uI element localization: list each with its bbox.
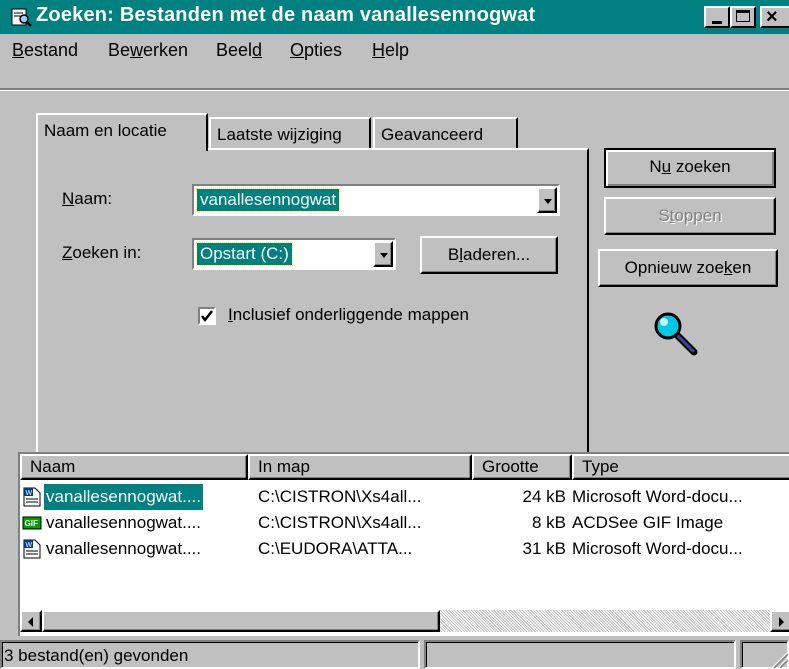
menu-help[interactable]: Help <box>372 40 409 61</box>
file-type: ACDSee GIF Image <box>572 513 724 532</box>
menu-beeld[interactable]: Beeld <box>216 40 262 61</box>
menu-bewerken[interactable]: Bewerken <box>108 40 188 61</box>
word-doc-icon: W <box>23 487 41 507</box>
lookin-label: Zoeken in: <box>62 243 142 262</box>
mnemonic: O <box>290 40 305 60</box>
find-window-icon <box>11 8 32 27</box>
scroll-left-button[interactable] <box>20 610 42 632</box>
mnemonic: u <box>661 157 672 176</box>
column-header-folder[interactable]: In map <box>248 454 472 480</box>
menu-bar: Bestand Bewerken Beeld Opties Help <box>0 34 789 70</box>
checkmark-icon <box>201 310 213 323</box>
column-header-name[interactable]: Naam <box>20 454 248 480</box>
table-row[interactable]: W vanallesennogwat.... C:\EUDORA\ATTA...… <box>20 536 789 562</box>
tab-naam-en-locatie[interactable]: Naam en locatie <box>36 113 208 151</box>
file-name: vanallesennogwat.... <box>46 513 201 532</box>
lookin-combobox[interactable]: Opstart (C:) <box>192 238 396 270</box>
file-size: 8 kB <box>531 513 566 532</box>
minimize-button[interactable] <box>704 6 730 28</box>
search-now-button[interactable]: Nu zoeken <box>604 148 776 188</box>
scroll-track[interactable] <box>440 610 770 632</box>
chevron-down-icon <box>544 199 552 204</box>
name-input[interactable]: vanallesennogwat <box>195 188 341 212</box>
subfolders-label[interactable]: Inclusief onderliggende mappen <box>228 305 469 325</box>
mnemonic: t <box>669 206 675 225</box>
mnemonic: d <box>252 40 263 60</box>
file-type: Microsoft Word-docu... <box>572 487 743 506</box>
svg-text:W: W <box>26 490 33 497</box>
table-row[interactable]: GIF vanallesennogwat.... C:\CISTRON\Xs4a… <box>20 510 789 536</box>
file-folder: C:\EUDORA\ATTA... <box>258 539 413 558</box>
gif-image-icon: GIF <box>22 516 42 530</box>
column-header-size[interactable]: Grootte <box>472 454 572 480</box>
mnemonic: l <box>459 245 463 264</box>
scroll-thumb[interactable] <box>42 610 440 632</box>
horizontal-scrollbar[interactable] <box>20 610 789 632</box>
lookin-dropdown-button[interactable] <box>373 241 393 267</box>
file-folder: C:\CISTRON\Xs4all... <box>258 513 422 532</box>
name-combobox[interactable]: vanallesennogwat <box>192 184 560 216</box>
menu-separator <box>0 88 789 91</box>
chevron-down-icon <box>380 253 388 258</box>
file-size: 24 kB <box>522 487 566 506</box>
tab-label: Geavanceerd <box>381 125 484 144</box>
file-type: Microsoft Word-docu... <box>572 539 743 558</box>
browse-button[interactable]: Bladeren... <box>420 236 558 274</box>
mnemonic: k <box>723 258 733 277</box>
file-name: vanallesennogwat.... <box>43 483 204 511</box>
scroll-right-button[interactable] <box>770 610 789 632</box>
name-label: Naam: <box>62 189 113 208</box>
name-dropdown-button[interactable] <box>537 187 557 213</box>
title-bar[interactable]: Zoeken: Bestanden met de naam vanallesen… <box>0 0 789 34</box>
mnemonic: I <box>228 305 233 324</box>
svg-text:GIF: GIF <box>25 519 38 528</box>
new-search-button[interactable]: Opnieuw zoeken <box>598 249 778 287</box>
close-icon: × <box>766 6 778 28</box>
mnemonic: H <box>372 40 385 60</box>
tab-label: Naam en locatie <box>44 121 167 140</box>
status-pane-2 <box>424 640 736 669</box>
menu-opties[interactable]: Opties <box>290 40 342 61</box>
tab-label: Laatste wijziging <box>217 125 342 144</box>
file-size: 31 kB <box>522 539 566 558</box>
maximize-button[interactable] <box>730 6 756 28</box>
subfolders-checkbox[interactable] <box>198 307 216 325</box>
resize-grip-icon[interactable] <box>768 650 788 668</box>
maximize-icon <box>736 10 750 22</box>
mnemonic: w <box>130 40 144 60</box>
menu-bestand[interactable]: Bestand <box>12 40 78 61</box>
word-doc-icon: W <box>23 539 41 559</box>
file-name: vanallesennogwat.... <box>46 539 201 558</box>
arrow-left-icon <box>28 617 33 627</box>
active-tab-join <box>38 148 206 151</box>
status-text: 3 bestand(en) gevonden <box>0 640 420 669</box>
arrow-right-icon <box>779 617 784 627</box>
svg-text:W: W <box>26 542 33 549</box>
tab-laatste-wijziging[interactable]: Laatste wijziging <box>209 117 371 151</box>
results-list[interactable]: Naam In map Grootte Type W vanallesennog… <box>18 452 789 636</box>
menu-label: estand <box>24 40 79 60</box>
minimize-icon <box>712 21 722 24</box>
window-title: Zoeken: Bestanden met de naam vanallesen… <box>36 4 536 26</box>
file-folder: C:\CISTRON\Xs4all... <box>258 487 422 506</box>
magnifier-icon <box>654 312 698 356</box>
stop-button[interactable]: Stoppen <box>604 197 776 235</box>
lookin-value[interactable]: Opstart (C:) <box>196 242 293 266</box>
menu-mnemonic: B <box>12 40 25 60</box>
table-row[interactable]: W vanallesennogwat.... C:\CISTRON\Xs4all… <box>20 483 789 511</box>
tab-geavanceerd[interactable]: Geavanceerd <box>373 117 518 151</box>
close-button[interactable]: × <box>760 6 789 28</box>
column-header-type[interactable]: Type <box>572 454 789 480</box>
